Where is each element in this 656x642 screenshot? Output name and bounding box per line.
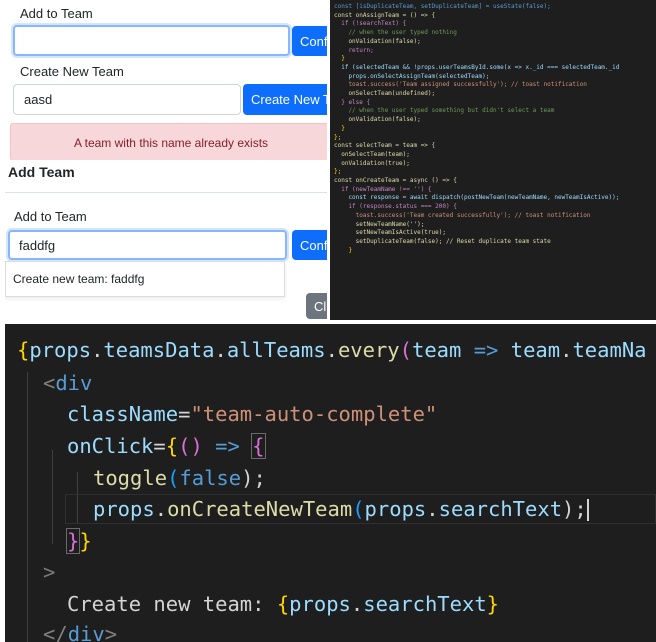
code-line: if (response.status === 200) {	[334, 203, 457, 211]
code-line: return;	[334, 46, 374, 54]
code-line: }	[334, 124, 345, 132]
code-line-6: props.onCreateNewTeam(props.searchText);	[93, 497, 589, 521]
code-line: };	[334, 168, 342, 176]
code-line: onValidation(false);	[334, 116, 421, 124]
indent-guide	[27, 372, 28, 642]
modal-header-divider	[5, 192, 327, 193]
confirm-button[interactable]: Confi	[292, 26, 327, 56]
create-new-team-input[interactable]: aasd	[13, 84, 241, 115]
confirm-button[interactable]: Conf	[292, 230, 327, 260]
code-line: const response = await dispatch(postNewT…	[334, 194, 620, 202]
create-new-team-suggestion[interactable]: Create new team: faddfg	[5, 261, 285, 297]
code-line-8: >	[43, 560, 55, 584]
code-line: if (selectedTeam && !props.userTeamsById…	[334, 63, 620, 71]
large-code-editor: {props.teamsData.allTeams.every(team => …	[5, 324, 656, 642]
code-line: };	[334, 133, 342, 141]
code-line: } else {	[334, 98, 371, 106]
code-line: const [isDuplicateTeam, setDuplicateTeam…	[334, 3, 551, 10]
code-line: }	[334, 55, 345, 63]
modal-title: Add Team	[8, 164, 75, 180]
code-line-10: </div>	[43, 622, 118, 642]
code-line: toast.success('Team assigned successfull…	[334, 81, 587, 89]
code-line: // when the user typed nothing	[334, 29, 457, 37]
indent-guide	[52, 450, 53, 544]
text-cursor	[586, 499, 589, 521]
code-line: setNewTeamIsActive(true);	[334, 229, 446, 237]
code-line: }	[334, 246, 353, 254]
code-line-7: }}	[65, 528, 92, 554]
code-line: if (!searchText) {	[334, 20, 407, 28]
code-line: onValidation(false);	[334, 37, 421, 45]
code-line: onSelectTeam(undefined);	[334, 90, 436, 98]
code-line: setNewTeamName('');	[334, 220, 425, 228]
chevron-right-icon[interactable]: >	[43, 560, 55, 584]
code-line-4: onClick={() => {	[67, 433, 266, 459]
code-line-5: toggle(false);	[93, 466, 266, 490]
close-button[interactable]: Cl	[306, 293, 327, 319]
code-line: const selectTeam = team => {	[334, 142, 436, 150]
code-line-3: className="team-auto-complete"	[67, 402, 438, 426]
code-line: const onAssignTeam = () => {	[334, 11, 436, 19]
team-search-input[interactable]: faddfg	[8, 230, 287, 260]
add-to-team-label: Add to Team	[20, 6, 93, 21]
code-line: toast.success('Team created successfully…	[334, 211, 591, 219]
duplicate-team-alert: A team with this name already exists	[10, 123, 327, 160]
code-line: // when the user typed something but did…	[334, 107, 555, 115]
code-line: const onCreateTeam = async () => {	[334, 177, 457, 185]
small-code-editor: const [isDuplicateTeam, setDuplicateTeam…	[330, 0, 656, 320]
add-to-team-form-panel: Add to Team Confi Create New Team aasd C…	[5, 0, 327, 160]
add-to-team-label: Add to Team	[14, 209, 87, 224]
code-line-2: <div	[43, 371, 93, 395]
code-line: onValidation(true);	[334, 159, 410, 167]
create-new-team-label: Create New Team	[20, 64, 124, 79]
create-new-team-button[interactable]: Create New Te	[243, 84, 327, 115]
add-team-modal-panel: Add Team Add to Team faddfg Conf Create …	[5, 162, 327, 320]
code-line-9: Create new team: {props.searchText}	[67, 592, 499, 616]
add-to-team-input[interactable]	[13, 25, 290, 56]
code-line: if (newTeamName !== '') {	[334, 185, 432, 193]
code-line: setDuplicateTeam(false); // Reset duplic…	[334, 237, 551, 245]
code-line-1: {props.teamsData.allTeams.every(team => …	[17, 338, 647, 362]
code-line: onSelectTeam(team);	[334, 150, 410, 158]
code-line: props.onSelectAssignTeam(selectedTeam);	[334, 72, 490, 80]
